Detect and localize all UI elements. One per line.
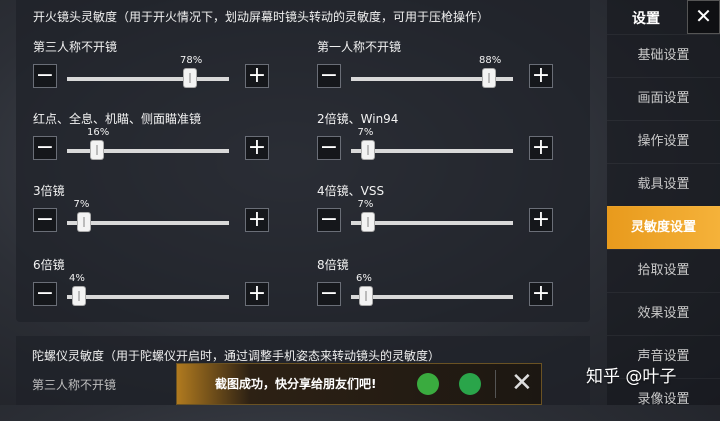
decrease-button[interactable]: − xyxy=(317,208,341,232)
slider-value: 78% xyxy=(180,55,203,66)
increase-button[interactable]: + xyxy=(245,208,269,232)
slider-value: 88% xyxy=(479,55,502,66)
slider-value: 7% xyxy=(73,199,90,210)
sidebar-header: 设置 ✕ xyxy=(607,0,720,34)
slider-value: 7% xyxy=(357,199,374,210)
sidebar-item[interactable]: 载具设置 xyxy=(607,163,720,206)
slider-handle[interactable] xyxy=(73,287,85,305)
sidebar-item[interactable]: 基础设置 xyxy=(607,34,720,77)
increase-button[interactable]: + xyxy=(529,64,553,88)
sensitivity-slider: 4倍镜、VSS − 7% + xyxy=(317,182,557,242)
toast-close-button[interactable]: ✕ xyxy=(511,368,533,398)
settings-sidebar: 设置 ✕ 基础设置 画面设置 操作设置 载具设置 灵敏度设置 拾取设置 效果设置 声音设置 录像… xyxy=(607,0,720,407)
increase-button[interactable]: + xyxy=(245,136,269,160)
increase-button[interactable]: + xyxy=(245,64,269,88)
sidebar-item[interactable]: 效果设置 xyxy=(607,292,720,335)
slider-label: 3倍镜 xyxy=(33,184,65,198)
sensitivity-slider: 第一人称不开镜 − 88% + xyxy=(317,38,557,98)
toast-message: 截图成功，快分享给朋友们吧! xyxy=(215,377,377,391)
sidebar-item[interactable]: 拾取设置 xyxy=(607,249,720,292)
slider-track[interactable]: 16% xyxy=(67,127,229,159)
slider-handle[interactable] xyxy=(360,287,372,305)
sidebar-item[interactable]: 灵敏度设置 xyxy=(607,206,720,249)
slider-track[interactable]: 7% xyxy=(351,199,513,231)
screenshot-toast: 截图成功，快分享给朋友们吧! ✕ xyxy=(176,363,542,405)
decrease-button[interactable]: − xyxy=(317,136,341,160)
sidebar-title: 设置 xyxy=(632,11,660,27)
slider-track[interactable]: 4% xyxy=(67,273,229,305)
slider-value: 7% xyxy=(357,127,374,138)
decrease-button[interactable]: − xyxy=(33,64,57,88)
slider-handle[interactable] xyxy=(361,141,374,159)
sidebar-item[interactable]: 操作设置 xyxy=(607,120,720,163)
increase-button[interactable]: + xyxy=(529,282,553,306)
sensitivity-slider: 6倍镜 − 4% + xyxy=(33,256,273,316)
slider-handle[interactable] xyxy=(77,213,90,231)
sensitivity-slider: 8倍镜 − 6% + xyxy=(317,256,557,316)
slider-track[interactable]: 88% xyxy=(351,55,513,87)
slider-track[interactable]: 7% xyxy=(351,127,513,159)
slider-label: 红点、全息、机瞄、侧面瞄准镜 xyxy=(33,112,202,126)
close-button[interactable]: ✕ xyxy=(687,0,720,34)
decrease-button[interactable]: − xyxy=(317,282,341,306)
toast-divider xyxy=(495,370,496,398)
decrease-button[interactable]: − xyxy=(317,64,341,88)
moments-icon[interactable] xyxy=(459,373,481,395)
slider-track[interactable]: 6% xyxy=(351,273,513,305)
sensitivity-slider: 第三人称不开镜 − 78% + xyxy=(33,38,273,98)
sidebar-item[interactable]: 画面设置 xyxy=(607,77,720,120)
gyro-section-title: 陀螺仪灵敏度（用于陀螺仪开启时，通过调整手机姿态来转动镜头的灵敏度） xyxy=(32,349,441,363)
increase-button[interactable]: + xyxy=(245,282,269,306)
slider-label: 2倍镜、Win94 xyxy=(317,112,399,126)
decrease-button[interactable]: − xyxy=(33,282,57,306)
slider-track[interactable]: 78% xyxy=(67,55,229,87)
slider-handle[interactable] xyxy=(184,69,196,87)
gyro-first-item-label: 第三人称不开镜 xyxy=(32,378,117,392)
watermark: 知乎 @叶子 xyxy=(586,367,677,387)
section-title: 开火镜头灵敏度（用于开火情况下，划动屏幕时镜头转动的灵敏度，可用于压枪操作） xyxy=(33,10,490,24)
slider-handle[interactable] xyxy=(483,69,495,87)
slider-value: 4% xyxy=(69,273,85,284)
slider-handle[interactable] xyxy=(361,213,374,231)
sensitivity-slider: 红点、全息、机瞄、侧面瞄准镜 − 16% + xyxy=(33,110,273,170)
decrease-button[interactable]: − xyxy=(33,208,57,232)
slider-value: 16% xyxy=(87,127,110,138)
slider-value: 6% xyxy=(356,273,372,284)
slider-label: 第三人称不开镜 xyxy=(33,40,118,54)
sensitivity-slider: 3倍镜 − 7% + xyxy=(33,182,273,242)
sensitivity-slider: 2倍镜、Win94 − 7% + xyxy=(317,110,557,170)
slider-label: 4倍镜、VSS xyxy=(317,184,385,198)
increase-button[interactable]: + xyxy=(529,208,553,232)
decrease-button[interactable]: − xyxy=(33,136,57,160)
slider-label: 8倍镜 xyxy=(317,258,349,272)
slider-label: 6倍镜 xyxy=(33,258,65,272)
slider-track[interactable]: 7% xyxy=(67,199,229,231)
wechat-icon[interactable] xyxy=(417,373,439,395)
slider-handle[interactable] xyxy=(91,141,103,159)
increase-button[interactable]: + xyxy=(529,136,553,160)
slider-label: 第一人称不开镜 xyxy=(317,40,402,54)
